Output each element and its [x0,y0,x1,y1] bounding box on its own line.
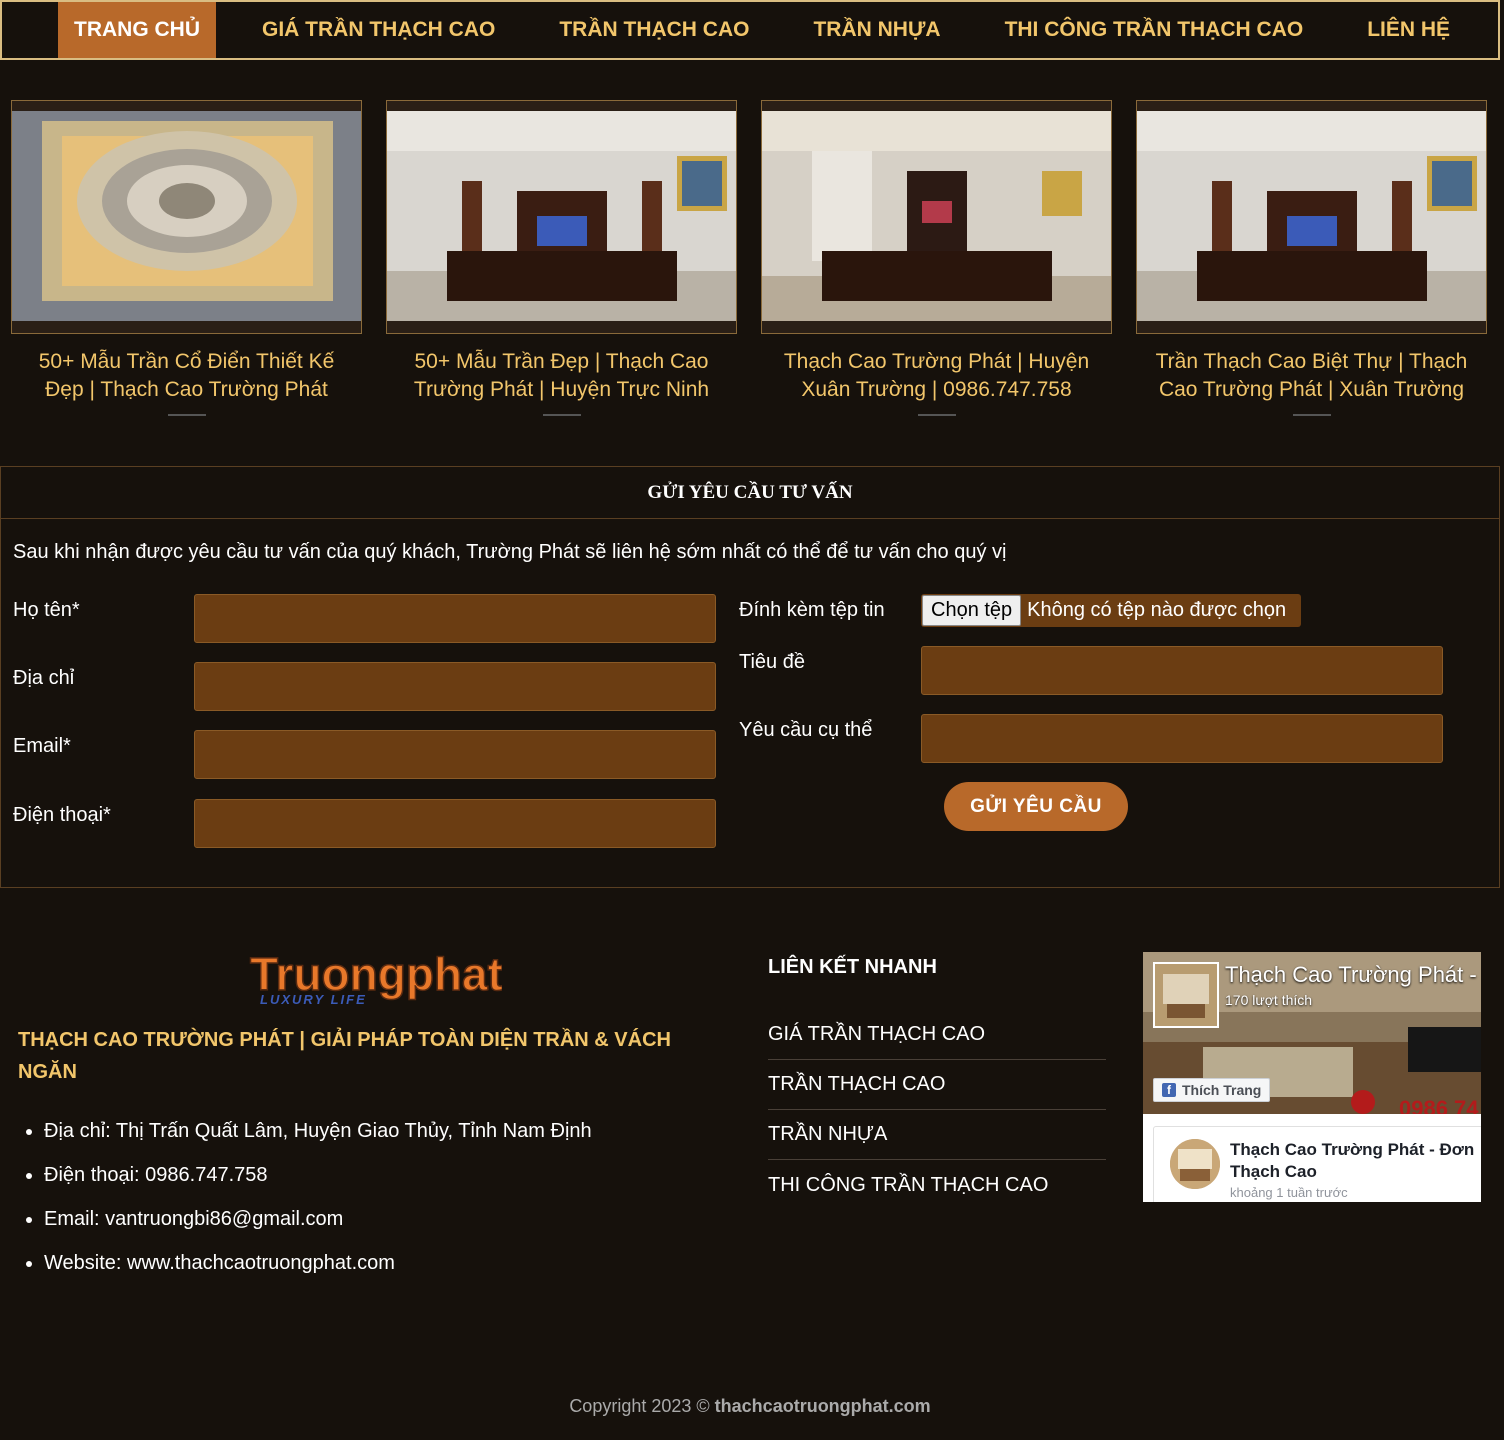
quick-link-ceiling-price[interactable]: GIÁ TRẦN THẠCH CAO [768,1010,1106,1060]
post-card[interactable]: 50+ Mẫu Trần Cổ Điển Thiết Kế Đẹp | Thạc… [11,100,362,416]
facebook-post-title[interactable]: Thạch Cao Trường Phát - Đơn Thạch Cao [1230,1139,1474,1183]
contact-address: Địa chỉ: Thị Trấn Quất Lâm, Huyện Giao T… [44,1116,592,1160]
logo-tagline: LUXURY LIFE [260,992,367,1007]
facebook-post-avatar[interactable] [1170,1139,1220,1189]
quick-links: GIÁ TRẦN THẠCH CAO TRẦN THẠCH CAO TRẦN N… [768,1010,1106,1210]
facebook-likes: 170 lượt thích [1225,992,1313,1008]
submit-button[interactable]: GỬI YÊU CẦU [944,782,1128,831]
form-heading: GỬI YÊU CẦU TƯ VẤN [1,467,1499,519]
address-input[interactable] [194,662,716,711]
email-label: Email* [13,735,71,757]
name-input[interactable] [194,594,716,643]
consultation-form: GỬI YÊU CẦU TƯ VẤN Sau khi nhận được yêu… [0,466,1500,888]
file-input[interactable]: Chọn tệp Không có tệp nào được chọn [921,594,1301,627]
post-image[interactable] [1136,100,1487,334]
phone-input[interactable] [194,799,716,848]
copyright-prefix: Copyright 2023 © [569,1396,715,1416]
facebook-icon: f [1162,1083,1176,1097]
quick-link-plaster-ceiling[interactable]: TRẦN THẠCH CAO [768,1060,1106,1110]
file-status: Không có tệp nào được chọn [1027,599,1287,621]
address-label: Địa chỉ [13,667,75,689]
copyright-site-link[interactable]: thachcaotruongphat.com [715,1396,931,1416]
post-title[interactable]: 50+ Mẫu Trần Cổ Điển Thiết Kế Đẹp | Thạc… [11,348,362,404]
post-card[interactable]: Thạch Cao Trường Phát | Huyện Xuân Trườn… [761,100,1112,416]
post-grid: 50+ Mẫu Trần Cổ Điển Thiết Kế Đẹp | Thạc… [11,100,1501,416]
request-label: Yêu cầu cụ thể [739,719,873,741]
contact-list: Địa chỉ: Thị Trấn Quất Lâm, Huyện Giao T… [44,1116,592,1292]
contact-email: Email: vantruongbi86@gmail.com [44,1204,592,1248]
facebook-post-title-line-1: Thạch Cao Trường Phát - Đơn [1230,1140,1475,1159]
quick-link-plastic-ceiling[interactable]: TRẦN NHỰA [768,1110,1106,1160]
post-card[interactable]: Trần Thạch Cao Biệt Thự | Thạch Cao Trườ… [1136,100,1487,416]
post-title[interactable]: Trần Thạch Cao Biệt Thự | Thạch Cao Trườ… [1136,348,1487,404]
divider [167,414,206,416]
subject-input[interactable] [921,646,1443,695]
nav-item-plaster-ceiling[interactable]: TRẦN THẠCH CAO [543,2,765,58]
attach-label: Đính kèm tệp tin [739,599,885,621]
divider [917,414,956,416]
nav-item-home[interactable]: TRANG CHỦ [58,2,216,58]
contact-phone: Điện thoại: 0986.747.758 [44,1160,592,1204]
nav-item-ceiling-price[interactable]: GIÁ TRẦN THẠCH CAO [246,2,511,58]
divider [1292,414,1331,416]
main-nav: TRANG CHỦ GIÁ TRẦN THẠCH CAO TRẦN THẠCH … [0,0,1500,60]
facebook-post-time: khoảng 1 tuần trước [1230,1185,1348,1200]
quick-link-construction[interactable]: THI CÔNG TRẦN THẠCH CAO [768,1160,1106,1210]
facebook-like-button[interactable]: f Thích Trang [1153,1078,1271,1102]
request-input[interactable] [921,714,1443,763]
name-label: Họ tên* [13,599,80,621]
post-image[interactable] [761,100,1112,334]
post-image[interactable] [11,100,362,334]
facebook-like-label: Thích Trang [1182,1082,1262,1098]
nav-item-contact[interactable]: LIÊN HỆ [1351,2,1466,58]
email-input[interactable] [194,730,716,779]
facebook-page-name[interactable]: Thạch Cao Trường Phát - [1225,962,1477,988]
choose-file-button[interactable]: Chọn tệp [922,595,1022,626]
subject-label: Tiêu đề [739,651,805,673]
divider [542,414,581,416]
form-intro: Sau khi nhận được yêu cầu tư vấn của quý… [13,541,1007,563]
footer-brand: THẠCH CAO TRƯỜNG PHÁT | GIẢI PHÁP TOÀN D… [18,1029,671,1083]
post-image[interactable] [386,100,737,334]
nav-item-plastic-ceiling[interactable]: TRẦN NHỰA [797,2,956,58]
phone-label: Điện thoại* [13,804,111,826]
facebook-post[interactable]: Thạch Cao Trường Phát - Đơn Thạch Cao kh… [1153,1126,1481,1202]
logo[interactable]: Truongphat LUXURY LIFE [248,947,503,1010]
facebook-page-thumbnail[interactable] [1153,962,1219,1028]
facebook-widget[interactable]: 0986 74 Thạch Cao Trường Phát - 170 lượt… [1143,952,1481,1202]
facebook-post-title-line-2: Thạch Cao [1230,1162,1317,1181]
contact-website: Website: www.thachcaotruongphat.com [44,1248,592,1292]
post-title[interactable]: Thạch Cao Trường Phát | Huyện Xuân Trườn… [761,348,1112,404]
post-title[interactable]: 50+ Mẫu Trần Đẹp | Thạch Cao Trường Phát… [386,348,737,404]
post-card[interactable]: 50+ Mẫu Trần Đẹp | Thạch Cao Trường Phát… [386,100,737,416]
nav-item-construction[interactable]: THI CÔNG TRẦN THẠCH CAO [989,2,1320,58]
copyright: Copyright 2023 © thachcaotruongphat.com [0,1396,1500,1417]
quick-links-title: LIÊN KẾT NHANH [768,956,937,978]
